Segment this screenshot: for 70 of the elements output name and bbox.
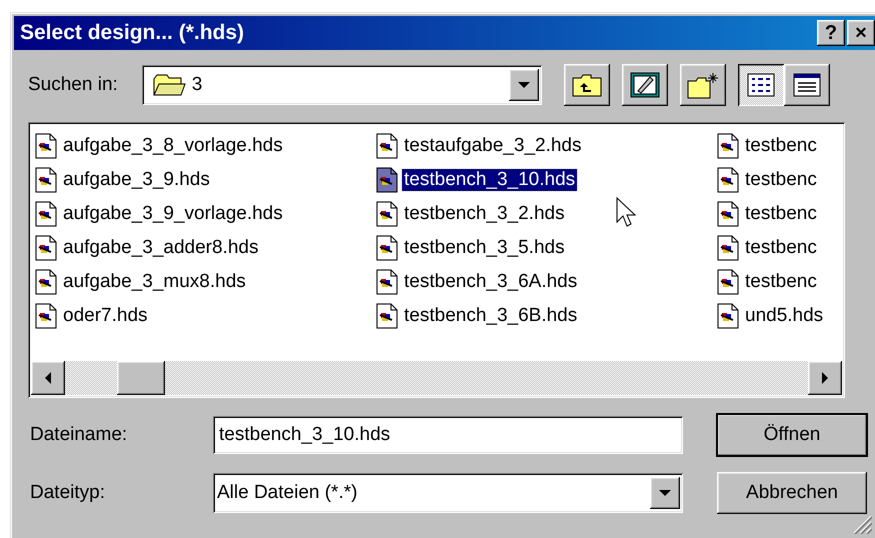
file-icon xyxy=(717,133,739,159)
dropdown-button[interactable] xyxy=(650,477,680,509)
scroll-left-button[interactable] xyxy=(31,361,65,395)
file-item[interactable]: testaufgabe_3_2.hds xyxy=(402,135,584,157)
toolbar-button[interactable] xyxy=(738,64,784,106)
file-item[interactable]: testbenc xyxy=(743,135,819,157)
file-icon xyxy=(376,167,398,193)
file-icon xyxy=(376,133,398,159)
file-icon xyxy=(717,167,739,193)
file-icon xyxy=(35,201,57,227)
desktop-icon xyxy=(630,71,660,99)
file-item[interactable]: testbench_3_5.hds xyxy=(402,237,567,259)
file-item[interactable]: aufgabe_3_9.hds xyxy=(61,169,212,191)
left-arrow-icon xyxy=(45,372,51,384)
open-button[interactable]: Öffnen xyxy=(717,414,867,456)
file-item[interactable]: testbenc xyxy=(743,203,819,225)
toolbar-button[interactable] xyxy=(564,64,610,106)
file-item[interactable]: aufgabe_3_mux8.hds xyxy=(61,271,248,293)
file-item[interactable]: oder7.hds xyxy=(61,305,150,327)
file-icon xyxy=(35,303,57,329)
help-button[interactable]: ? xyxy=(817,20,845,46)
file-icon xyxy=(376,235,398,261)
file-icon xyxy=(717,303,739,329)
toolbar-button[interactable] xyxy=(622,64,668,106)
file-name-field[interactable]: testbench_3_10.hds xyxy=(213,416,683,454)
look-in-dropdown[interactable]: 3 xyxy=(142,65,542,105)
dropdown-arrow-icon xyxy=(518,82,530,88)
scroll-thumb[interactable] xyxy=(117,361,165,395)
toolbar-button[interactable] xyxy=(784,64,830,106)
file-item[interactable]: und5.hds xyxy=(743,305,826,327)
file-item[interactable]: testbench_3_6B.hds xyxy=(402,305,580,327)
file-icon xyxy=(35,167,57,193)
file-item[interactable]: aufgabe_3_9_vorlage.hds xyxy=(61,203,285,225)
new-folder-icon xyxy=(686,71,719,99)
scroll-right-button[interactable] xyxy=(808,361,842,395)
file-item[interactable]: aufgabe_3_adder8.hds xyxy=(61,237,260,259)
file-icon xyxy=(35,269,57,295)
file-icon xyxy=(717,235,739,261)
file-name-label: Dateiname: xyxy=(30,424,128,446)
folder-up-icon xyxy=(572,73,602,97)
list-view-icon xyxy=(746,73,775,97)
file-icon xyxy=(376,269,398,295)
resize-grip-icon xyxy=(854,516,872,534)
mouse-cursor-icon xyxy=(616,197,636,229)
cancel-button[interactable]: Abbrechen xyxy=(717,472,867,514)
file-icon xyxy=(717,201,739,227)
details-view-icon xyxy=(792,73,821,97)
file-item[interactable]: aufgabe_3_8_vorlage.hds xyxy=(61,135,285,157)
dropdown-button[interactable] xyxy=(508,69,539,101)
file-type-label: Dateityp: xyxy=(30,482,106,504)
look-in-label: Suchen in: xyxy=(28,74,118,96)
file-icon xyxy=(35,133,57,159)
file-item[interactable]: testbenc xyxy=(743,271,819,293)
file-icon xyxy=(376,201,398,227)
folder-icon xyxy=(152,73,186,97)
file-item[interactable]: testbenc xyxy=(743,237,819,259)
close-button[interactable]: × xyxy=(847,20,875,46)
file-icon xyxy=(717,269,739,295)
file-item[interactable]: testbench_3_2.hds xyxy=(402,203,567,225)
file-icon xyxy=(35,235,57,261)
file-icon xyxy=(376,303,398,329)
toolbar-button[interactable] xyxy=(680,64,726,106)
dropdown-arrow-icon xyxy=(659,490,671,496)
file-item[interactable]: testbench_3_10.hds xyxy=(402,169,578,191)
right-arrow-icon xyxy=(822,372,828,384)
window-title: Select design... (*.hds) xyxy=(20,21,246,45)
file-type-dropdown[interactable]: Alle Dateien (*.*) xyxy=(213,473,683,513)
horizontal-scrollbar[interactable] xyxy=(31,361,842,395)
file-item[interactable]: testbench_3_6A.hds xyxy=(402,271,580,293)
file-item[interactable]: testbenc xyxy=(743,169,819,191)
